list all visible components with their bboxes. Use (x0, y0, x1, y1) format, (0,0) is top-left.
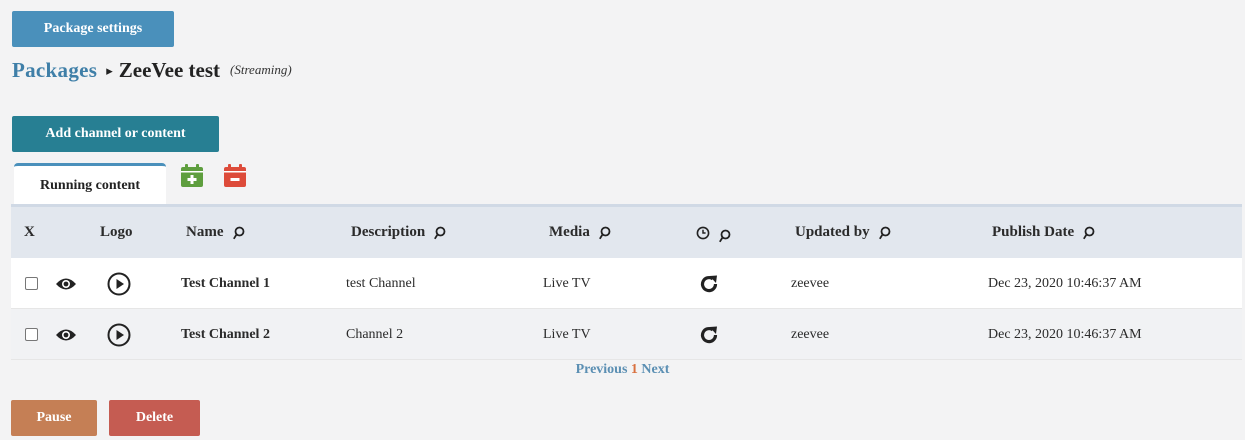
breadcrumb: Packages ▸ ZeeVee test (Streaming) (12, 58, 292, 88)
refresh-icon[interactable] (699, 258, 719, 309)
cell-name[interactable]: Test Channel 2 (181, 309, 270, 360)
delete-button[interactable]: Delete (109, 400, 200, 436)
package-settings-button[interactable]: Package settings (12, 11, 174, 47)
cell-publish-date: Dec 23, 2020 10:46:37 AM (988, 326, 1142, 342)
column-header-publish-date-label: Publish Date (992, 224, 1075, 240)
play-icon[interactable] (107, 309, 131, 360)
cell-description: Channel 2 (346, 326, 404, 342)
column-header-logo: Logo (100, 224, 133, 240)
cell-media: Live TV (543, 326, 591, 342)
table-row: Test Channel 2 Channel 2 Live TV zeevee … (11, 309, 1242, 360)
tab-running-content[interactable]: Running content (14, 163, 166, 205)
clock-icon (696, 226, 710, 239)
column-header-publish-date[interactable]: Publish Date (992, 207, 1095, 258)
column-header-description[interactable]: Description (351, 207, 446, 258)
eye-icon[interactable] (55, 309, 77, 360)
column-header-description-label: Description (351, 224, 426, 240)
search-icon[interactable] (598, 226, 611, 240)
page-title: ZeeVee test (118, 58, 221, 82)
column-header-time[interactable] (696, 207, 731, 258)
table-row: Test Channel 1 test Channel Live TV zeev… (11, 258, 1242, 309)
cell-media: Live TV (543, 275, 591, 291)
package-type-label: (Streaming) (230, 62, 292, 77)
pagination-current-page[interactable]: 1 (631, 362, 638, 377)
column-header-name-label: Name (186, 224, 224, 240)
column-header-media[interactable]: Media (549, 207, 611, 258)
search-icon[interactable] (232, 226, 245, 240)
pagination-previous[interactable]: Previous (576, 362, 628, 377)
add-channel-button[interactable]: Add channel or content (12, 116, 219, 152)
search-icon[interactable] (878, 226, 891, 240)
pagination: Previous 1 Next (0, 362, 1245, 378)
cell-updated-by: zeevee (791, 275, 830, 291)
row-checkbox[interactable] (25, 309, 38, 360)
breadcrumb-packages-link[interactable]: Packages (12, 58, 97, 83)
calendar-remove-icon[interactable] (223, 164, 247, 188)
column-header-updated-by[interactable]: Updated by (795, 207, 891, 258)
search-icon[interactable] (1083, 226, 1095, 240)
content-table: X Logo Name Description Media Updated by… (11, 204, 1242, 360)
eye-icon[interactable] (55, 258, 77, 309)
column-header-name[interactable]: Name (186, 207, 245, 258)
pause-button[interactable]: Pause (11, 400, 97, 436)
cell-publish-date: Dec 23, 2020 10:46:37 AM (988, 275, 1142, 291)
column-header-x: X (24, 224, 35, 240)
cell-name[interactable]: Test Channel 1 (181, 258, 270, 309)
column-header-updated-by-label: Updated by (795, 224, 870, 240)
cell-description: test Channel (346, 275, 416, 291)
table-header: X Logo Name Description Media Updated by… (11, 204, 1242, 258)
search-icon[interactable] (719, 229, 731, 243)
search-icon[interactable] (434, 226, 446, 240)
breadcrumb-separator: ▸ (106, 63, 113, 78)
calendar-add-icon[interactable] (180, 164, 204, 188)
play-icon[interactable] (107, 258, 131, 309)
column-header-media-label: Media (549, 224, 590, 240)
refresh-icon[interactable] (699, 309, 719, 360)
cell-updated-by: zeevee (791, 326, 830, 342)
row-checkbox[interactable] (25, 258, 38, 309)
pagination-next[interactable]: Next (641, 362, 669, 377)
